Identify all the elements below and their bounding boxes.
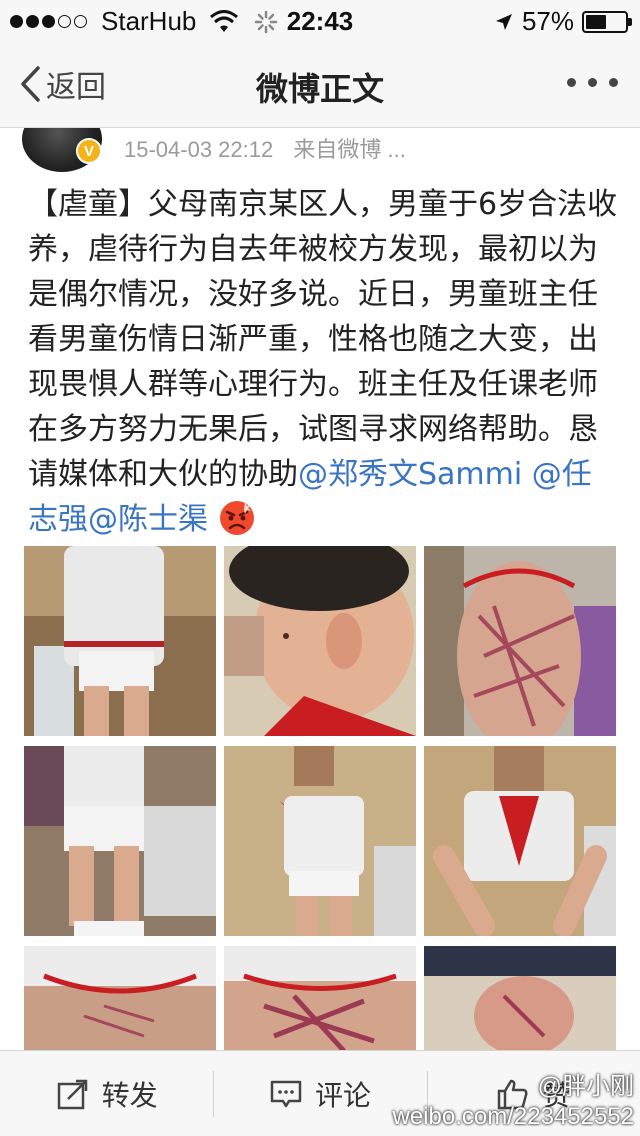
- photo-thumbnail[interactable]: [24, 546, 216, 736]
- more-options-button[interactable]: [567, 78, 618, 87]
- page-title: 微博正文: [255, 70, 384, 108]
- photo-thumbnail[interactable]: [424, 746, 616, 936]
- comment-label: 评论: [314, 1078, 371, 1112]
- photo-thumbnail[interactable]: [224, 546, 416, 736]
- repost-label: 转发: [101, 1078, 158, 1112]
- watermark-url: weibo.com/223452552: [392, 1103, 634, 1130]
- status-bar: StarHub 22:43 57%: [0, 0, 640, 40]
- post-text: 【虐童】父母南京某区人，男童于6岁合法收养，虐待行为自去年被校方发现，最初以为是…: [28, 187, 618, 492]
- watermark: @胖小刚 weibo.com/223452552: [392, 1072, 634, 1132]
- battery-percent: 57%: [521, 6, 574, 36]
- angry-face-icon: [220, 501, 254, 535]
- watermark-handle: @胖小刚: [537, 1073, 634, 1100]
- mention-link[interactable]: @陈士渠: [88, 502, 208, 537]
- photo-thumbnail[interactable]: [24, 746, 216, 936]
- post-source: 来自微博 ...: [293, 137, 406, 162]
- navigation-bar: 返回 微博正文: [0, 40, 640, 128]
- post-meta: 15-04-03 22:12 来自微博 ...: [124, 132, 406, 164]
- post-body: 【虐童】父母南京某区人，男童于6岁合法收养，虐待行为自去年被校方发现，最初以为是…: [28, 182, 618, 542]
- post-timestamp: 15-04-03 22:12: [124, 137, 274, 162]
- battery-icon: [582, 10, 632, 33]
- photo-thumbnail[interactable]: [224, 746, 416, 936]
- more-dots-icon: [567, 78, 576, 87]
- share-icon: [57, 1079, 87, 1109]
- post-detail: V 15-04-03 22:12 来自微博 ... 【虐童】父母南京某区人，男童…: [0, 128, 640, 1050]
- verified-badge-icon: V: [76, 138, 102, 164]
- location-arrow-icon: [495, 13, 512, 30]
- photo-thumbnail[interactable]: [224, 946, 416, 1050]
- battery-fill: [586, 14, 606, 29]
- photo-thumbnail[interactable]: [424, 946, 616, 1050]
- photo-thumbnail[interactable]: [424, 546, 616, 736]
- photo-thumbnail[interactable]: [24, 946, 216, 1050]
- comment-icon: [270, 1080, 302, 1107]
- repost-button[interactable]: 转发: [0, 1051, 213, 1136]
- mention-link[interactable]: @郑秀文Sammi: [298, 457, 522, 492]
- status-right: 57%: [494, 6, 632, 37]
